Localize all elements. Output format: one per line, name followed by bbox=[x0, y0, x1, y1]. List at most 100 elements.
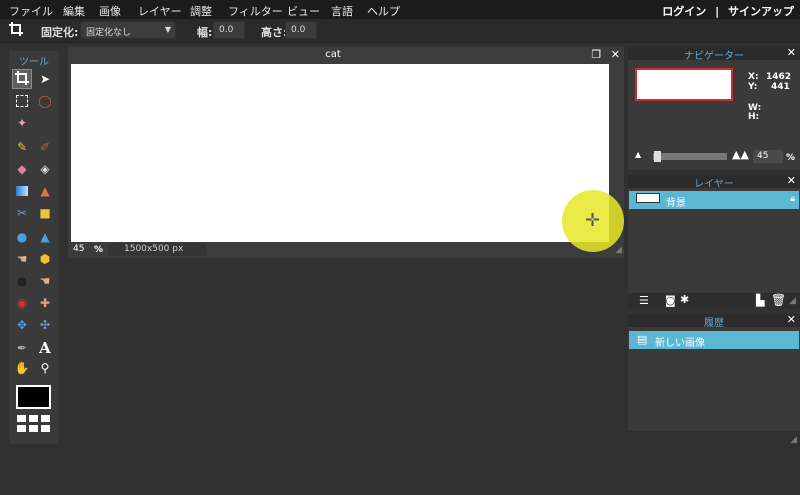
paint-bucket-icon: ◈ bbox=[40, 162, 50, 176]
navigator-title: ナビゲーター bbox=[684, 51, 744, 62]
menu-filter[interactable]: フィルター bbox=[228, 3, 283, 19]
move-tool[interactable]: ➤ bbox=[35, 69, 55, 89]
pencil-tool[interactable]: ✎ bbox=[12, 137, 32, 157]
history-footer: ◢ bbox=[628, 431, 800, 450]
crop-icon bbox=[9, 21, 23, 40]
height-input[interactable]: 0.0 bbox=[285, 21, 317, 39]
blur-tool[interactable]: ● bbox=[12, 227, 32, 247]
navigator-thumbnail[interactable] bbox=[635, 68, 733, 101]
zoom-in-icon[interactable]: ▲▲ bbox=[732, 148, 749, 161]
type-icon: A bbox=[39, 339, 51, 357]
type-tool[interactable]: A bbox=[35, 338, 55, 358]
document-title: cat bbox=[325, 49, 341, 60]
layers-header: レイヤー ✕ bbox=[628, 174, 800, 190]
menu-view[interactable]: ビュー bbox=[287, 3, 320, 19]
brush-icon: ✐ bbox=[39, 140, 51, 154]
zoom-tool[interactable]: ⚲ bbox=[35, 358, 55, 378]
grid-icon[interactable] bbox=[15, 415, 53, 435]
delete-layer-icon[interactable]: 🗑︎ bbox=[771, 293, 786, 307]
close-icon[interactable]: ✕ bbox=[787, 174, 796, 187]
layer-mask-icon[interactable]: ◙ bbox=[665, 294, 676, 307]
history-title: 履歴 bbox=[704, 318, 724, 329]
width-input[interactable]: 0.0 bbox=[213, 21, 245, 39]
drawing-icon: ■ bbox=[39, 206, 51, 220]
layer-row[interactable]: 背景 🔒︎ bbox=[629, 191, 799, 209]
fixed-select-value: 固定化なし bbox=[86, 28, 132, 38]
lasso-tool[interactable]: ◯ bbox=[35, 91, 55, 111]
image-dimensions: 1500x500 px bbox=[108, 243, 206, 256]
options-bar: 固定化: 固定化なし ▼ 幅: 0.0 高さ: 0.0 bbox=[0, 19, 800, 43]
move-icon: ➤ bbox=[39, 72, 51, 86]
pinch-tool[interactable]: ✣ bbox=[35, 315, 55, 335]
resize-grip-icon[interactable]: ◢ bbox=[615, 245, 622, 255]
sponge-tool[interactable]: ⬢ bbox=[35, 249, 55, 269]
burn-tool[interactable]: ☚ bbox=[35, 271, 55, 291]
menu-image[interactable]: 画像 bbox=[99, 3, 121, 19]
foreground-color-swatch[interactable] bbox=[16, 385, 51, 409]
bloat-tool[interactable]: ✥ bbox=[12, 315, 32, 335]
hand-icon: ✋ bbox=[14, 361, 30, 375]
layer-style-icon[interactable]: ✱ bbox=[680, 293, 689, 306]
menu-help[interactable]: ヘルプ bbox=[367, 3, 400, 19]
signup-link[interactable]: サインアップ bbox=[728, 5, 794, 18]
spot-heal-tool[interactable]: ✚ bbox=[35, 293, 55, 313]
lasso-icon: ◯ bbox=[38, 94, 52, 108]
sharpen-tool[interactable]: ▲ bbox=[35, 227, 55, 247]
menu-layer[interactable]: レイヤー bbox=[138, 3, 182, 19]
history-item[interactable]: ▤ 新しい画像 bbox=[629, 331, 799, 349]
document-window-buttons: ❐ ✕ bbox=[591, 48, 620, 61]
height-label: 高さ: bbox=[261, 26, 288, 39]
hand-tool[interactable]: ✋ bbox=[12, 358, 32, 378]
menu-edit[interactable]: 編集 bbox=[63, 3, 85, 19]
navigator-zoom-input[interactable]: 45 bbox=[753, 150, 783, 163]
chevron-down-icon: ▼ bbox=[164, 25, 171, 34]
dodge-tool[interactable]: ● bbox=[12, 271, 32, 291]
sponge-icon: ⬢ bbox=[39, 252, 51, 266]
marquee-tool[interactable] bbox=[12, 91, 32, 111]
h-label: H: bbox=[748, 112, 760, 122]
resize-grip-icon[interactable]: ◢ bbox=[789, 296, 796, 306]
magic-wand-tool[interactable]: ✦ bbox=[12, 113, 32, 133]
close-icon[interactable]: ✕ bbox=[611, 48, 620, 61]
zoom-slider-handle[interactable] bbox=[654, 151, 661, 162]
color-replace-tool[interactable]: ✂ bbox=[12, 203, 32, 223]
history-header: 履歴 ✕ bbox=[628, 313, 800, 329]
document-icon: ▤ bbox=[637, 333, 648, 346]
burn-icon: ☚ bbox=[39, 274, 51, 288]
resize-grip-icon[interactable]: ◢ bbox=[790, 435, 797, 445]
restore-icon[interactable]: ❐ bbox=[591, 48, 601, 61]
zoom-slider[interactable] bbox=[653, 153, 727, 160]
navigator-panel: ナビゲーター ✕ X: 1462 Y: 441 W: H: ▲ ▲▲ 45 % bbox=[628, 46, 800, 170]
menu-file[interactable]: ファイル bbox=[9, 3, 53, 19]
spot-heal-icon: ✚ bbox=[39, 296, 51, 310]
close-icon[interactable]: ✕ bbox=[787, 46, 796, 59]
history-panel: 履歴 ✕ ▤ 新しい画像 ◢ bbox=[628, 313, 800, 450]
stamp-tool[interactable]: ▲ bbox=[35, 181, 55, 201]
crop-tool[interactable] bbox=[12, 69, 32, 89]
login-link[interactable]: ログイン bbox=[662, 5, 706, 18]
zoom-out-icon[interactable]: ▲ bbox=[635, 150, 641, 159]
red-eye-tool[interactable]: ◉ bbox=[12, 293, 32, 313]
gradient-tool[interactable] bbox=[12, 181, 32, 201]
y-value: 441 bbox=[771, 82, 790, 92]
image-canvas[interactable] bbox=[71, 64, 609, 242]
x-label: X: bbox=[748, 72, 759, 82]
menu-adjust[interactable]: 調整 bbox=[190, 3, 212, 19]
drawing-tool[interactable]: ■ bbox=[35, 203, 55, 223]
zoom-unit: % bbox=[94, 245, 104, 255]
smudge-tool[interactable]: ☚ bbox=[12, 249, 32, 269]
pinch-icon: ✣ bbox=[39, 318, 51, 332]
zoom-input[interactable]: 45 bbox=[73, 244, 84, 254]
new-layer-icon[interactable]: ▙ bbox=[756, 294, 764, 307]
menu-language[interactable]: 言語 bbox=[331, 3, 353, 19]
auth-separator: | bbox=[715, 5, 720, 18]
history-item-label: 新しい画像 bbox=[655, 338, 705, 349]
color-picker-tool[interactable]: ✒ bbox=[12, 338, 32, 358]
eraser-tool[interactable]: ◆ bbox=[12, 159, 32, 179]
layer-settings-icon[interactable]: ☰ bbox=[639, 294, 649, 307]
close-icon[interactable]: ✕ bbox=[787, 313, 796, 326]
fixed-select[interactable]: 固定化なし ▼ bbox=[80, 21, 176, 39]
color-picker-icon: ✒ bbox=[16, 341, 28, 355]
brush-tool[interactable]: ✐ bbox=[35, 137, 55, 157]
paint-bucket-tool[interactable]: ◈ bbox=[35, 159, 55, 179]
